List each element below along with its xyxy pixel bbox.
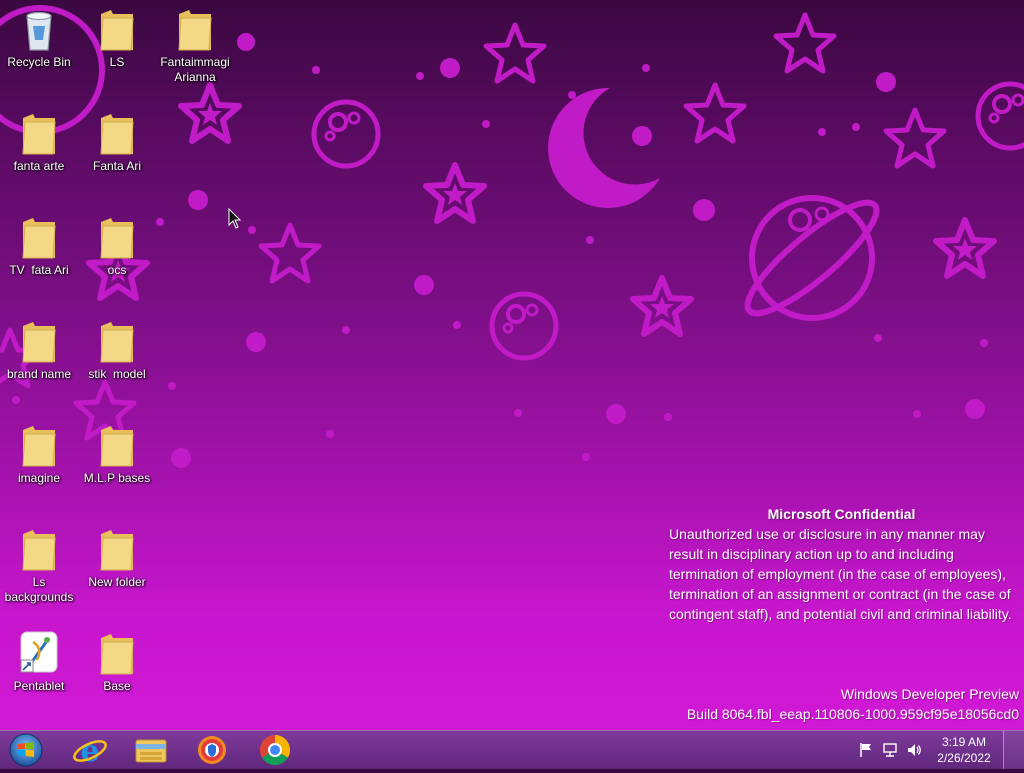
desktop-icon-recycle-bin[interactable]: Recycle Bin: [0, 6, 78, 70]
folder-icon: [100, 10, 134, 51]
folder-icon: [22, 218, 56, 259]
icon-label: Fantaimmagi Arianna: [160, 55, 230, 84]
icon-label: imagine: [17, 471, 61, 485]
icon-label: Recycle Bin: [7, 55, 71, 69]
desktop-icon-pentablet[interactable]: Pentablet: [0, 630, 78, 694]
icon-label: New folder: [88, 575, 146, 589]
folder-icon: [100, 634, 134, 675]
clock-date: 2/26/2022: [937, 751, 991, 765]
desktop-icon-new-folder[interactable]: New folder: [78, 526, 156, 590]
desktop-icon-ls-backgrounds[interactable]: Ls backgrounds: [0, 526, 78, 605]
taskbar: e 3:19 AM 2/26/2022: [0, 730, 1024, 769]
taskbar-secure-browser[interactable]: [185, 732, 239, 768]
desktop-icon-imagine[interactable]: imagine: [0, 422, 78, 486]
folder-icon: [100, 114, 134, 155]
icon-label: M.L.P bases: [83, 471, 151, 485]
recycle-bin-icon: [26, 11, 52, 51]
build-watermark: Windows Developer Preview Build 8064.fbl…: [687, 684, 1019, 724]
taskbar-clock[interactable]: 3:19 AM 2/26/2022: [930, 734, 998, 766]
desktop-icon-tv-fata-ari[interactable]: TV fata Ari: [0, 214, 78, 278]
svg-text:e: e: [80, 734, 99, 768]
desktop-icon-ocs[interactable]: ocs: [78, 214, 156, 278]
taskbar-internet-explorer[interactable]: e: [63, 732, 117, 769]
folder-icon: [178, 10, 212, 51]
file-explorer-icon: [135, 739, 167, 763]
show-desktop-button[interactable]: [1003, 731, 1024, 769]
icon-label: Fanta Ari: [92, 159, 142, 173]
pentablet-shortcut-icon: [20, 631, 58, 673]
action-center-flag-icon[interactable]: [858, 742, 874, 758]
windows-edition: Windows Developer Preview: [840, 686, 1019, 702]
icon-label: Ls backgrounds: [4, 575, 74, 604]
mouse-cursor-icon: [228, 208, 242, 229]
chrome-icon: [259, 735, 291, 766]
desktop-icon-brand-name[interactable]: brand name: [0, 318, 78, 382]
network-icon[interactable]: [882, 742, 898, 758]
icon-label: fanta arte: [13, 159, 65, 173]
volume-icon[interactable]: [906, 742, 922, 758]
desktop-icon-mlp-bases[interactable]: M.L.P bases: [78, 422, 156, 486]
desktop-icon-stik-model[interactable]: stik model: [78, 318, 156, 382]
folder-icon: [100, 218, 134, 259]
folder-icon: [22, 114, 56, 155]
windows-start-icon: [9, 733, 43, 767]
icon-label: ocs: [107, 263, 127, 277]
folder-icon: [22, 530, 56, 571]
desktop-icon-fanta-ari[interactable]: Fanta Ari: [78, 110, 156, 174]
confidential-body: Unauthorized use or disclosure in any ma…: [669, 526, 1012, 622]
desktop-icon-fanta-arte[interactable]: fanta arte: [0, 110, 78, 174]
confidential-title: Microsoft Confidential: [767, 506, 916, 522]
folder-icon: [100, 322, 134, 363]
taskbar-chrome[interactable]: [248, 732, 302, 768]
desktop-icon-ls[interactable]: LS: [78, 6, 156, 70]
folder-icon: [100, 530, 134, 571]
icon-label: LS: [109, 55, 125, 69]
clock-time: 3:19 AM: [941, 735, 987, 749]
icon-label: Pentablet: [13, 679, 65, 693]
start-button[interactable]: [4, 732, 46, 768]
desktop-icon-base[interactable]: Base: [78, 630, 156, 694]
icon-label: Base: [103, 679, 131, 693]
icon-label: TV fata Ari: [9, 263, 69, 277]
taskbar-file-explorer[interactable]: [124, 732, 178, 768]
folder-icon: [22, 426, 56, 467]
moon-shape: [548, 87, 660, 208]
internet-explorer-icon: e: [73, 734, 107, 769]
icon-label: stik model: [88, 367, 146, 381]
secure-browser-icon: [198, 736, 226, 764]
desktop-icon-fantaimmagi-arianna[interactable]: Fantaimmagi Arianna: [156, 6, 234, 85]
folder-icon: [100, 426, 134, 467]
confidential-notice: Microsoft Confidential Unauthorized use …: [669, 504, 1014, 624]
folder-icon: [22, 322, 56, 363]
build-string: Build 8064.fbl_eeap.110806-1000.959cf95e…: [686, 706, 1019, 722]
icon-label: brand name: [6, 367, 72, 381]
